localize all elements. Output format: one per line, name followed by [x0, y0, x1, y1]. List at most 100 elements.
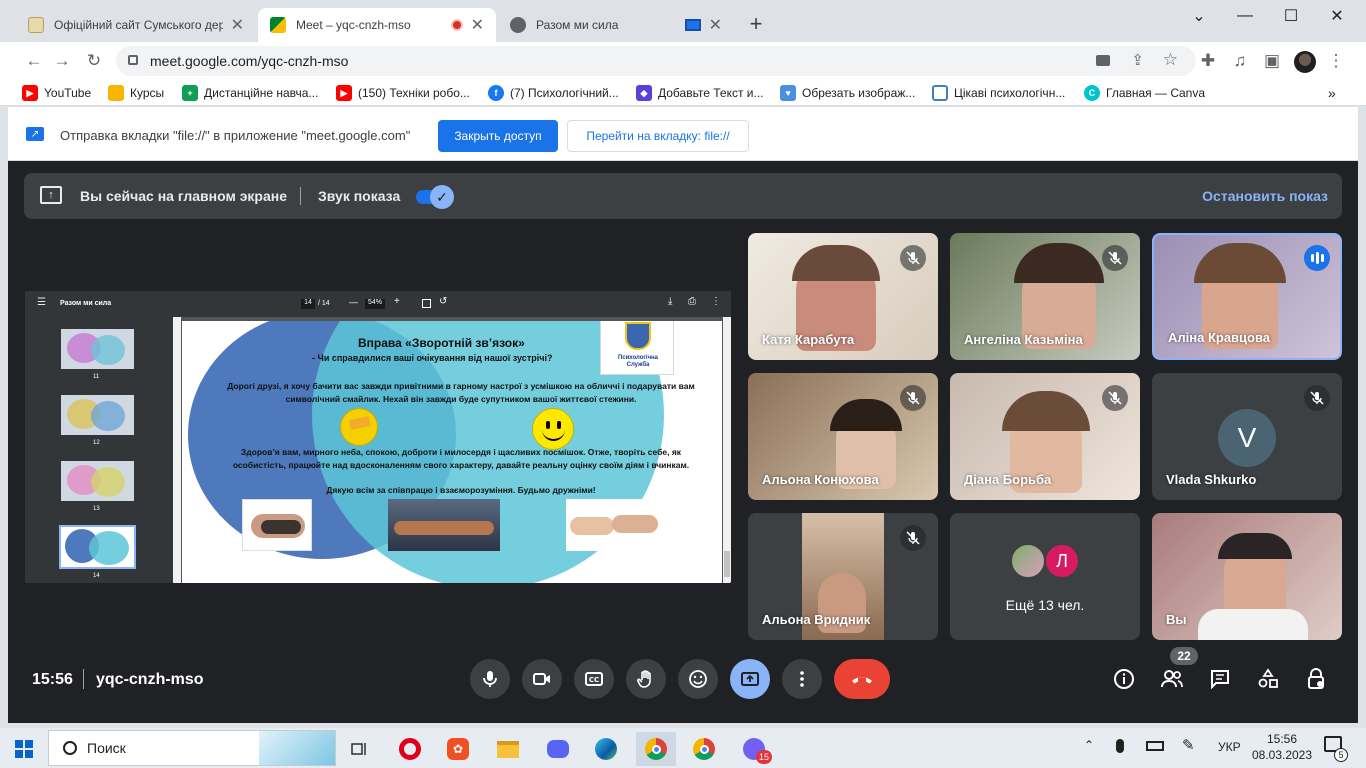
start-button[interactable]	[4, 732, 44, 766]
menu-icon[interactable]: ⋮	[1326, 51, 1346, 71]
extensions-icon[interactable]: ✚	[1198, 51, 1218, 71]
clock-date[interactable]: 08.03.2023	[1250, 748, 1314, 762]
reload-icon[interactable]: ↻	[84, 51, 104, 71]
scrollbar[interactable]	[723, 317, 731, 583]
microphone-tray-icon[interactable]	[1116, 739, 1124, 753]
switch-tab-button[interactable]: Перейти на вкладку: file://	[567, 120, 749, 152]
close-icon[interactable]: ✕	[231, 15, 244, 35]
address-bar[interactable]: meet.google.com/yqc-cnzh-mso ⇪ ☆	[116, 46, 1196, 76]
file-explorer-icon[interactable]	[488, 732, 528, 766]
more-icon[interactable]: ⋮	[711, 296, 721, 307]
more-participants-tile[interactable]: Л Ещё 13 чел.	[950, 513, 1140, 640]
rotate-icon[interactable]: ↺	[439, 296, 447, 307]
participant-tile[interactable]: V Vlada Shkurko	[1152, 373, 1342, 500]
bookmark-interesting[interactable]: Цікаві психологічн...	[932, 84, 1065, 102]
language-indicator[interactable]: УКР	[1218, 740, 1241, 754]
task-view-icon[interactable]	[340, 732, 380, 766]
download-icon[interactable]: ⤓	[668, 296, 672, 307]
side-panel-icon[interactable]: ▣	[1262, 51, 1282, 71]
tab-razom[interactable]: Разом ми сила ✕	[498, 8, 734, 42]
chrome-icon[interactable]	[636, 732, 676, 766]
bookmark-courses[interactable]: Курсы	[108, 84, 164, 102]
close-icon[interactable]: ✕	[709, 15, 722, 35]
close-icon[interactable]: ✕	[471, 15, 484, 35]
bookmark-crop[interactable]: ♥ Обрезать изображ...	[780, 84, 915, 102]
slide-paragraph: Дорогі друзі, я хочу бачити вас завжди п…	[227, 381, 695, 404]
bookmark-psych[interactable]: f (7) Психологічний...	[488, 84, 619, 102]
app-icon[interactable]: ✿	[438, 732, 478, 766]
captions-button[interactable]: CC	[574, 659, 614, 699]
page-number-input[interactable]: 14	[301, 299, 315, 309]
host-controls-icon[interactable]	[1304, 667, 1328, 691]
participant-tile-speaking[interactable]: Аліна Кравцова	[1152, 233, 1342, 360]
meeting-info-icon[interactable]	[1112, 667, 1136, 691]
raise-hand-button[interactable]	[626, 659, 666, 699]
close-window-button[interactable]: ✕	[1314, 2, 1360, 30]
forward-icon[interactable]: →	[52, 51, 72, 71]
mic-off-icon	[900, 245, 926, 271]
maximize-button[interactable]: ☐	[1268, 2, 1314, 30]
meeting-code: yqc-cnzh-mso	[96, 671, 204, 688]
print-icon[interactable]: ⎙	[688, 296, 696, 307]
camera-icon[interactable]	[1096, 55, 1110, 66]
zoom-in-icon[interactable]: +	[394, 296, 400, 307]
profile-avatar[interactable]	[1294, 51, 1316, 73]
tab-meet[interactable]: Meet – yqc-cnzh-mso ✕	[258, 8, 496, 42]
more-options-button[interactable]	[782, 659, 822, 699]
new-tab-button[interactable]: +	[744, 11, 768, 36]
bookmark-techniques[interactable]: ▶ (150) Техніки робо...	[336, 84, 470, 102]
participant-tile[interactable]: Діана Борьба	[950, 373, 1140, 500]
thumbnail-page[interactable]	[61, 395, 134, 435]
pen-icon[interactable]: ✎	[1182, 736, 1195, 754]
people-icon[interactable]	[1160, 667, 1184, 691]
more-bookmarks-icon[interactable]: »	[1328, 84, 1336, 102]
stop-sharing-button[interactable]: Закрыть доступ	[438, 120, 558, 152]
scrollbar[interactable]	[173, 317, 181, 583]
battery-icon[interactable]	[1146, 741, 1164, 751]
media-control-icon[interactable]: ♫	[1230, 51, 1250, 71]
present-button[interactable]	[730, 659, 770, 699]
mic-button[interactable]	[470, 659, 510, 699]
zoom-input[interactable]: 54%	[365, 299, 385, 309]
participant-tile[interactable]: Альона Вридник	[748, 513, 938, 640]
menu-icon[interactable]: ☰	[37, 297, 46, 308]
end-call-button[interactable]	[834, 659, 890, 699]
clock-time[interactable]: 15:56	[1254, 732, 1310, 746]
participant-shirt	[1198, 609, 1308, 640]
back-icon[interactable]: ←	[24, 51, 44, 71]
bookmark-distance[interactable]: + Дистанційне навча...	[182, 84, 318, 102]
taskbar-search[interactable]: Поиск	[48, 730, 336, 766]
participant-tile[interactable]: Катя Карабута	[748, 233, 938, 360]
emoji-button[interactable]	[678, 659, 718, 699]
thumbnail-page[interactable]	[61, 461, 134, 501]
self-view-tile[interactable]: Вы	[1152, 513, 1342, 640]
crest-icon	[28, 17, 44, 33]
opera-icon[interactable]	[390, 732, 430, 766]
participant-tile[interactable]: Ангеліна Казьміна	[950, 233, 1140, 360]
minimize-button[interactable]: —	[1222, 2, 1268, 30]
tab-sumy-site[interactable]: Офіційний сайт Сумського держ ✕	[16, 8, 256, 42]
chrome-icon[interactable]	[684, 732, 724, 766]
discord-icon[interactable]	[538, 732, 578, 766]
audio-toggle[interactable]: ✓	[416, 185, 454, 209]
stop-presenting-button[interactable]: Остановить показ	[1202, 188, 1328, 204]
edge-icon[interactable]	[586, 732, 626, 766]
chat-icon[interactable]	[1208, 667, 1232, 691]
viber-icon[interactable]: 15	[734, 732, 774, 766]
show-hidden-icons[interactable]: ⌃	[1084, 738, 1094, 752]
bookmark-add-text[interactable]: ◆ Добавьте Текст и...	[636, 84, 764, 102]
activities-icon[interactable]	[1256, 667, 1280, 691]
share-icon[interactable]: ⇪	[1131, 51, 1144, 69]
thumbnail-page-active[interactable]	[59, 525, 136, 569]
recording-icon	[450, 19, 463, 31]
fit-page-icon[interactable]	[422, 299, 431, 308]
participant-tile[interactable]: Альона Конюхова	[748, 373, 938, 500]
tab-search-icon[interactable]: ⌄	[1176, 2, 1222, 30]
bookmark-star-icon[interactable]: ☆	[1163, 50, 1178, 70]
thumbnail-page[interactable]	[61, 329, 134, 369]
thumbnail-sidebar: 11 12 13 14	[25, 317, 175, 583]
bookmark-canva[interactable]: C Главная — Canva	[1084, 84, 1205, 102]
zoom-out-icon[interactable]: —	[349, 297, 358, 307]
camera-button[interactable]	[522, 659, 562, 699]
bookmark-youtube[interactable]: ▶ YouTube	[22, 84, 91, 102]
